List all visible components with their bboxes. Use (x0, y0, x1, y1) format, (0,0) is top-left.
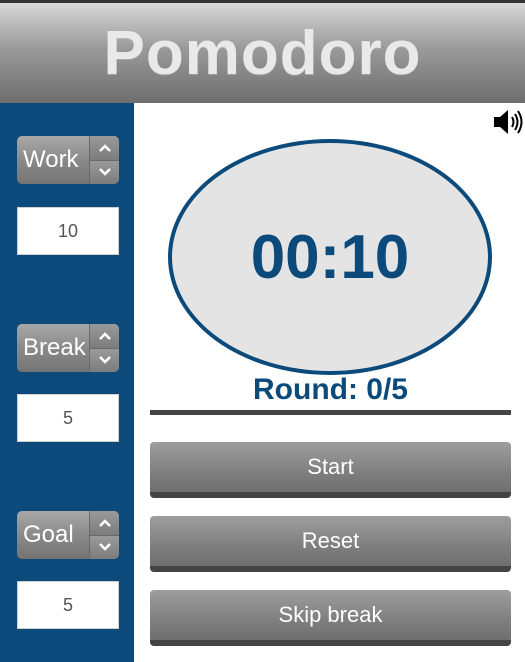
goal-rounds-input[interactable]: 5 (17, 581, 119, 629)
settings-sidebar: Work 10 Break 5 Goal 5 (0, 103, 134, 662)
chevron-down-icon (98, 543, 111, 552)
break-minutes-input[interactable]: 5 (17, 394, 119, 442)
break-increment-button[interactable] (89, 324, 119, 349)
goal-increment-button[interactable] (89, 511, 119, 536)
reset-button[interactable]: Reset (150, 516, 511, 572)
skip-break-button[interactable]: Skip break (150, 590, 511, 646)
chevron-up-icon (98, 518, 111, 527)
chevron-down-icon (98, 356, 111, 365)
start-button[interactable]: Start (150, 442, 511, 498)
goal-spinner: Goal (17, 511, 119, 559)
work-arrows (89, 136, 119, 184)
chevron-down-icon (98, 168, 111, 177)
work-label: Work (23, 146, 79, 173)
timer-clock: 00:10 (168, 139, 492, 375)
break-decrement-button[interactable] (89, 348, 119, 372)
sound-toggle-button[interactable] (493, 108, 525, 136)
chevron-up-icon (98, 143, 111, 152)
app-title: Pomodoro (103, 18, 422, 88)
work-spinner: Work (17, 136, 119, 184)
chevron-up-icon (98, 331, 111, 340)
divider (150, 410, 511, 415)
app-header: Pomodoro (0, 3, 525, 103)
pomodoro-app: Pomodoro Work 10 Break 5 Goal 5 00:10 Ro… (0, 0, 525, 662)
break-spinner: Break (17, 324, 119, 372)
break-label: Break (23, 334, 86, 361)
speaker-volume-icon (494, 110, 523, 134)
work-increment-button[interactable] (89, 136, 119, 161)
goal-decrement-button[interactable] (89, 535, 119, 559)
goal-arrows (89, 511, 119, 559)
break-arrows (89, 324, 119, 372)
goal-label: Goal (23, 521, 74, 548)
work-minutes-input[interactable]: 10 (17, 207, 119, 255)
work-decrement-button[interactable] (89, 160, 119, 184)
timer-display: 00:10 (250, 222, 410, 292)
round-counter: Round: 0/5 (253, 373, 408, 406)
